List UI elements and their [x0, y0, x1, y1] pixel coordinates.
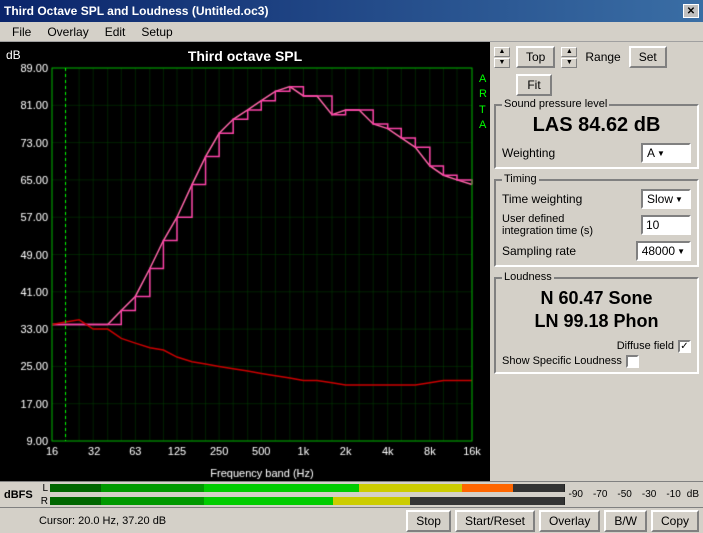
dbfs-marker-10: -10 [666, 489, 680, 500]
weighting-value: A [647, 146, 655, 160]
time-weighting-dropdown[interactable]: Slow ▼ [641, 189, 691, 209]
top-up-arrow[interactable]: ▲ [494, 47, 510, 57]
left-meter-bar [50, 484, 565, 492]
loudness-group: Loudness N 60.47 Sone LN 99.18 Phon Diff… [494, 277, 699, 374]
meter-container: L R [38, 483, 565, 507]
loudness-phon: LN 99.18 Phon [502, 310, 691, 333]
chart-area: Third octave SPL dB A R T A [0, 42, 490, 481]
loudness-sone: N 60.47 Sone [502, 287, 691, 310]
meter-seg-r-green-1 [50, 497, 101, 505]
integration-row: User definedintegration time (s) 10 [502, 213, 691, 237]
chart-db-label: dB [6, 48, 21, 62]
sampling-dropdown[interactable]: 48000 ▼ [636, 241, 691, 261]
title-bar: Third Octave SPL and Loudness (Untitled.… [0, 0, 703, 22]
meter-seg-green-1 [50, 484, 101, 492]
menu-overlay[interactable]: Overlay [39, 24, 96, 40]
range-down-arrow[interactable]: ▼ [561, 58, 577, 68]
menu-setup[interactable]: Setup [133, 24, 180, 40]
specific-checkbox[interactable] [626, 355, 639, 368]
meter-seg-r-yellow [333, 497, 410, 505]
weighting-row: Weighting A ▼ [502, 143, 691, 163]
overlay-button[interactable]: Overlay [539, 510, 600, 532]
timing-group: Timing Time weighting Slow ▼ User define… [494, 179, 699, 267]
diffuse-checkbox[interactable]: ✓ [678, 340, 691, 353]
chart-side-labels: A R T A [479, 72, 488, 134]
menu-file[interactable]: File [4, 24, 39, 40]
meter-seg-r-off2 [462, 497, 565, 505]
dbfs-markers: -90 -70 -50 -30 -10 dB [569, 489, 700, 500]
specific-row: Show Specific Loudness [502, 355, 691, 368]
left-channel-label: L [38, 483, 48, 494]
meter-seg-yellow [359, 484, 462, 492]
meter-seg-r-green-2 [101, 497, 204, 505]
window-title: Third Octave SPL and Loudness (Untitled.… [4, 4, 268, 18]
right-channel-label: R [38, 496, 48, 507]
time-weighting-arrow: ▼ [675, 195, 683, 204]
dbfs-marker-30: -30 [642, 489, 656, 500]
sampling-value: 48000 [642, 244, 675, 258]
specific-label: Show Specific Loudness [502, 355, 622, 367]
top-button[interactable]: Top [516, 46, 555, 68]
spl-group: Sound pressure level LAS 84.62 dB Weight… [494, 104, 699, 169]
weighting-arrow: ▼ [657, 149, 665, 158]
weighting-dropdown[interactable]: A ▼ [641, 143, 691, 163]
timing-group-label: Timing [502, 173, 539, 185]
dbfs-label: dBFS [4, 489, 34, 501]
range-label-text: Range [583, 48, 622, 66]
set-button[interactable]: Set [629, 46, 667, 68]
top-arrows: ▲ ▼ [494, 47, 510, 68]
sampling-label: Sampling rate [502, 244, 576, 258]
meter-seg-r-off [410, 497, 461, 505]
chart-title: Third octave SPL [0, 48, 490, 64]
spl-group-label: Sound pressure level [502, 98, 609, 110]
range-arrows: ▲ ▼ [561, 47, 577, 68]
meter-seg-off [513, 484, 564, 492]
dbfs-marker-50: -50 [617, 489, 631, 500]
loudness-group-label: Loudness [502, 271, 554, 283]
top-down-arrow[interactable]: ▼ [494, 58, 510, 68]
loudness-value: N 60.47 Sone LN 99.18 Phon [502, 283, 691, 336]
bottom-bar: Cursor: 20.0 Hz, 37.20 dB Stop Start/Res… [0, 507, 703, 533]
spl-value: LAS 84.62 dB [502, 110, 691, 139]
cursor-label: Cursor: 20.0 Hz, 37.20 dB [4, 515, 201, 527]
start-reset-button[interactable]: Start/Reset [455, 510, 535, 532]
menu-edit[interactable]: Edit [97, 24, 134, 40]
sampling-arrow: ▼ [677, 247, 685, 256]
time-weighting-row: Time weighting Slow ▼ [502, 189, 691, 209]
diffuse-row: Diffuse field ✓ [502, 340, 691, 353]
integration-label: User definedintegration time (s) [502, 213, 593, 237]
meter-seg-green-2 [101, 484, 204, 492]
sampling-row: Sampling rate 48000 ▼ [502, 241, 691, 261]
stop-button[interactable]: Stop [406, 510, 451, 532]
dbfs-marker-90: -90 [569, 489, 583, 500]
chart-canvas [0, 42, 490, 481]
integration-input[interactable]: 10 [641, 215, 691, 235]
right-panel: ▲ ▼ Top ▲ ▼ Range Set Fit Sound pressure… [490, 42, 703, 481]
right-meter-row: R [38, 496, 565, 507]
meter-seg-r-green-3 [204, 497, 333, 505]
menu-bar: File Overlay Edit Setup [0, 22, 703, 42]
weighting-label: Weighting [502, 146, 555, 160]
close-button[interactable]: ✕ [683, 4, 699, 18]
meter-seg-orange [462, 484, 513, 492]
dbfs-marker-70: -70 [593, 489, 607, 500]
bw-button[interactable]: B/W [604, 510, 647, 532]
time-weighting-label: Time weighting [502, 192, 582, 206]
copy-button[interactable]: Copy [651, 510, 699, 532]
fit-button[interactable]: Fit [516, 74, 552, 96]
dbfs-bar: dBFS L R -90 -7 [0, 481, 703, 507]
diffuse-label: Diffuse field [617, 340, 674, 352]
time-weighting-value: Slow [647, 192, 673, 206]
meter-seg-green-3 [204, 484, 358, 492]
right-meter-bar [50, 497, 565, 505]
range-up-arrow[interactable]: ▲ [561, 47, 577, 57]
top-controls: ▲ ▼ Top ▲ ▼ Range Set [494, 46, 699, 68]
dbfs-marker-unit: dB [687, 489, 699, 500]
left-meter-row: L [38, 483, 565, 494]
